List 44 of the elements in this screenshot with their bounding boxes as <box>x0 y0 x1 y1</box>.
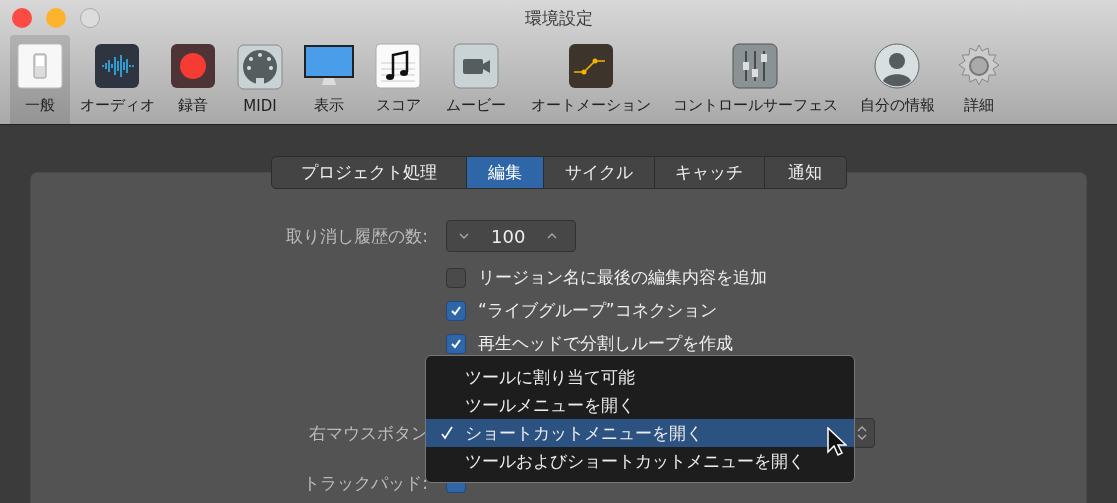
trackpad-label: トラックパッド: <box>302 471 429 495</box>
option-label: リージョン名に最後の編集内容を追加 <box>478 266 767 289</box>
close-button[interactable] <box>12 8 32 28</box>
window-title: 環境設定 <box>524 8 593 28</box>
menu-item[interactable]: ショートカットメニューを開く <box>426 419 854 447</box>
menu-item[interactable]: ツールおよびショートカットメニューを開く <box>426 447 854 475</box>
toolbar-item[interactable]: スコア <box>367 35 429 124</box>
video-camera-icon <box>453 43 499 89</box>
midi-port-icon <box>237 44 283 90</box>
chevron-up-icon[interactable] <box>547 232 558 240</box>
option-label: 再生ヘッドで分割しループを作成 <box>478 332 733 355</box>
toolbar-item[interactable]: 自分の情報 <box>852 35 942 124</box>
toolbar-item[interactable]: オーディオ <box>77 35 157 124</box>
mouse-pointer-icon <box>827 427 847 457</box>
toolbar-item[interactable]: オートメーション <box>523 35 658 124</box>
toolbar-item[interactable]: 表示 <box>298 35 360 124</box>
switch-icon <box>17 43 63 89</box>
checkbox[interactable] <box>446 300 466 321</box>
music-note-icon <box>375 43 421 89</box>
chevron-down-icon[interactable] <box>459 232 469 240</box>
tab[interactable]: プロジェクト処理 <box>270 156 467 189</box>
up-down-chevron-icon <box>857 425 867 441</box>
checkbox[interactable] <box>446 333 466 354</box>
toolbar-item[interactable]: コントロールサーフェス <box>665 35 845 124</box>
faders-icon <box>732 43 778 89</box>
record-icon <box>170 43 216 89</box>
toolbar-item[interactable]: 一般 <box>10 35 70 124</box>
option-label: “ライブグループ”コネクション <box>478 299 717 322</box>
waveform-icon <box>94 43 140 89</box>
toolbar-item[interactable]: 詳細 <box>949 35 1009 124</box>
undo-stepper[interactable]: 100 <box>446 220 576 252</box>
checkbox[interactable] <box>446 267 466 288</box>
tab[interactable]: キャッチ <box>654 156 765 189</box>
menu-item[interactable]: ツールメニューを開く <box>426 391 854 419</box>
menu-item[interactable]: ツールに割り当て可能 <box>426 363 854 391</box>
person-icon <box>874 43 920 89</box>
toolbar-item[interactable]: 録音 <box>164 35 222 124</box>
toolbar-item[interactable]: ムービー <box>436 35 516 124</box>
tab[interactable]: サイクル <box>543 156 655 189</box>
checkmark-icon <box>440 426 453 440</box>
toolbar-item[interactable]: MIDI <box>229 35 291 124</box>
tab[interactable]: 通知 <box>764 156 847 189</box>
tab[interactable]: 編集 <box>466 156 544 189</box>
undo-label: 取り消し履歴の数: <box>285 224 429 248</box>
